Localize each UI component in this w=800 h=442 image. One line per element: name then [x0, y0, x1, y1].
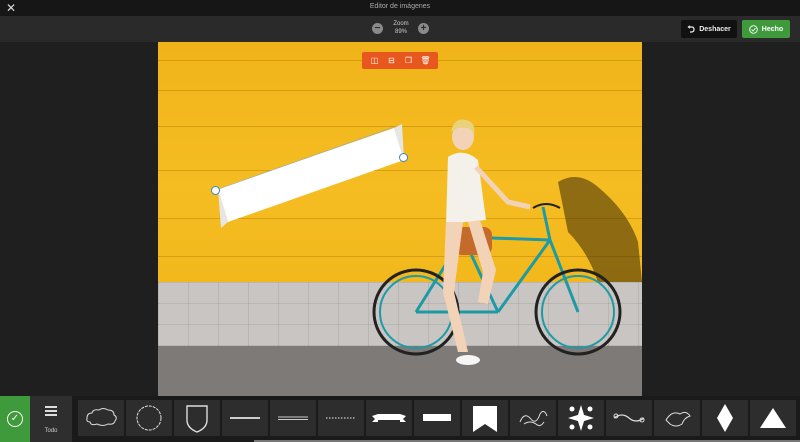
flip-vertical-icon[interactable]: ⊟ — [386, 56, 398, 65]
delete-icon[interactable]: 🗑 — [420, 56, 432, 65]
window-title: Editor de imágenes — [369, 3, 431, 10]
undo-icon — [687, 25, 695, 33]
shape-picker-bar: ✓ Todo — [0, 396, 800, 442]
undo-label: Deshacer — [699, 25, 731, 33]
flourish-shape[interactable] — [510, 400, 556, 436]
apply-button[interactable]: ✓ — [0, 396, 30, 442]
shield-shape[interactable] — [174, 400, 220, 436]
bookmark-shape[interactable] — [462, 400, 508, 436]
ribbon-shape[interactable] — [366, 400, 412, 436]
duplicate-icon[interactable]: ❐ — [403, 56, 415, 65]
category-label: Todo — [44, 428, 58, 434]
zoom-out-button[interactable]: − — [372, 23, 383, 34]
rotate-handle-left[interactable] — [211, 186, 220, 195]
check-icon: ✓ — [7, 411, 23, 427]
double-line-shape[interactable] — [270, 400, 316, 436]
zoom-in-button[interactable]: + — [418, 23, 429, 34]
dotted-line-shape[interactable] — [318, 400, 364, 436]
image-canvas[interactable] — [158, 42, 642, 396]
rotate-handle-right[interactable] — [399, 153, 408, 162]
ornament-shape[interactable] — [558, 400, 604, 436]
banner-shape[interactable] — [414, 400, 460, 436]
swirl-shape[interactable] — [606, 400, 652, 436]
badge-shape[interactable] — [126, 400, 172, 436]
triangle-shape[interactable] — [750, 400, 796, 436]
cloud-shape[interactable] — [78, 400, 124, 436]
category-all-button[interactable]: Todo — [30, 396, 72, 442]
top-toolbar: − Zoom 89% + Deshacer Hecho — [0, 16, 800, 42]
undo-button[interactable]: Deshacer — [681, 20, 737, 38]
flip-horizontal-icon[interactable]: ◫ — [369, 56, 381, 65]
zoom-label: Zoom — [393, 21, 409, 27]
shape-action-toolbar: ◫ ⊟ ❐ 🗑 — [362, 52, 438, 69]
title-bar: ✕ Editor de imágenes — [0, 0, 800, 16]
done-label: Hecho — [761, 25, 784, 33]
line-shape[interactable] — [222, 400, 268, 436]
list-icon — [45, 406, 57, 418]
zoom-indicator: Zoom 89% — [385, 20, 417, 36]
zoom-value: 89% — [394, 29, 407, 35]
check-circle-icon — [749, 24, 758, 34]
diamond-shape[interactable] — [702, 400, 748, 436]
bird-ornament-shape[interactable] — [654, 400, 700, 436]
done-button[interactable]: Hecho — [742, 20, 790, 38]
selected-banner-shape[interactable] — [158, 42, 642, 396]
